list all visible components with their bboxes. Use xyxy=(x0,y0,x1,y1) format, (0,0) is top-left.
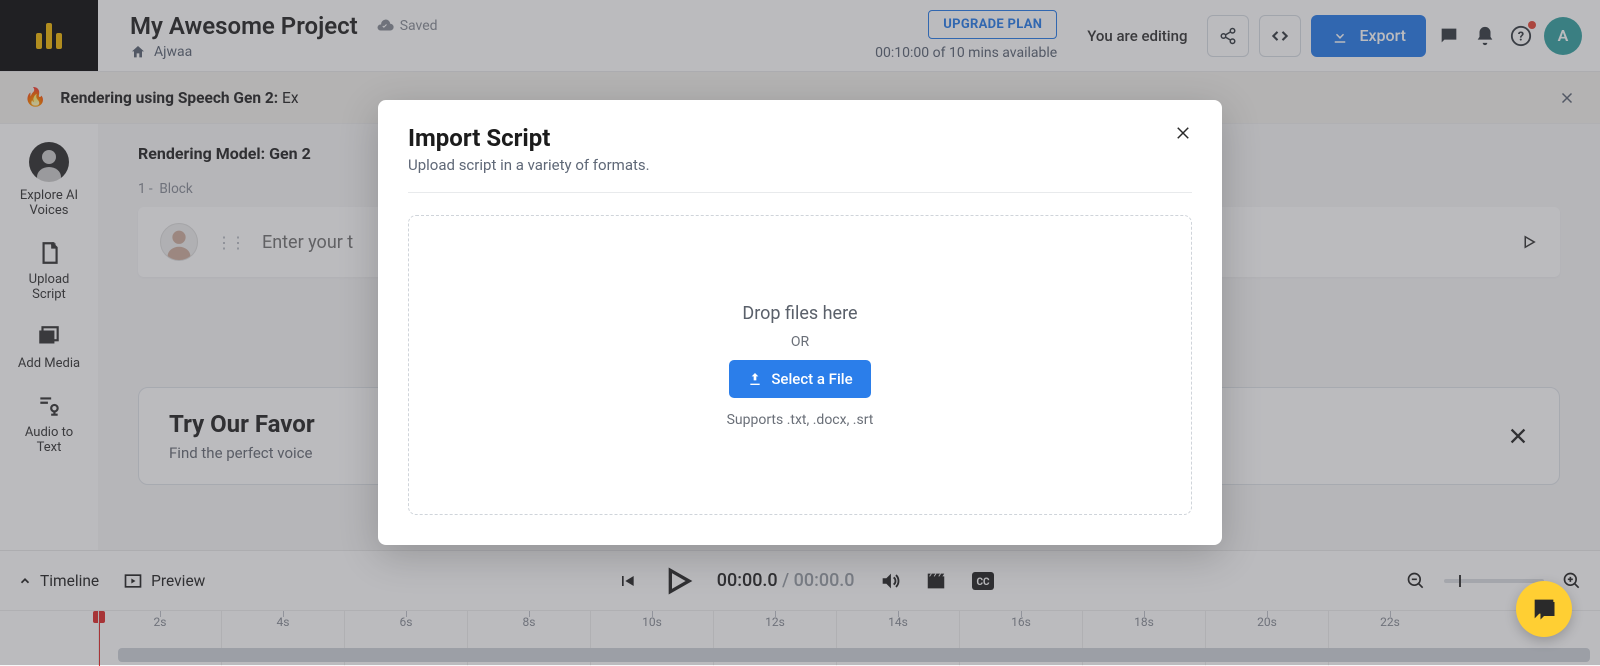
support-chat-fab[interactable] xyxy=(1516,581,1572,637)
file-dropzone[interactable]: Drop files here OR Select a File Support… xyxy=(408,215,1192,515)
modal-subtitle: Upload script in a variety of formats. xyxy=(408,156,650,174)
supported-formats: Supports .txt, .docx, .srt xyxy=(727,412,874,428)
close-icon xyxy=(1174,124,1192,142)
chat-bubble-icon xyxy=(1530,595,1558,623)
dropzone-or: OR xyxy=(791,334,809,350)
dropzone-title: Drop files here xyxy=(742,303,857,324)
select-file-button[interactable]: Select a File xyxy=(729,360,870,398)
upload-icon xyxy=(747,371,763,387)
modal-title: Import Script xyxy=(408,124,650,152)
select-file-label: Select a File xyxy=(771,370,852,388)
modal-close-button[interactable] xyxy=(1174,124,1192,142)
modal-overlay[interactable]: Import Script Upload script in a variety… xyxy=(0,0,1600,665)
import-script-modal: Import Script Upload script in a variety… xyxy=(378,100,1222,545)
